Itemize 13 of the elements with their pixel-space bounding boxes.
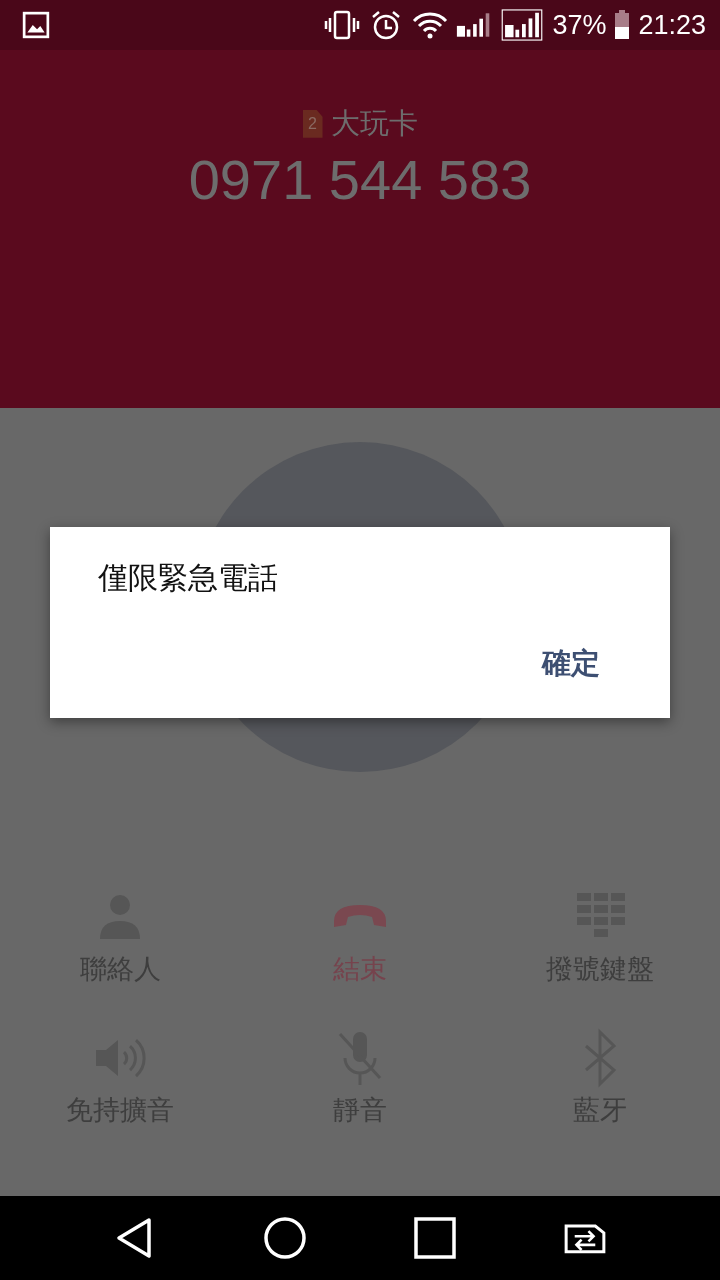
vibrate-icon	[324, 9, 361, 41]
image-icon	[22, 11, 50, 39]
phone-number: 0971 544 583	[188, 146, 532, 213]
ok-button[interactable]: 確定	[534, 642, 608, 686]
battery-icon	[614, 10, 631, 40]
carrier-name: 大玩卡	[330, 106, 418, 141]
signal-icon	[500, 9, 545, 41]
home-icon[interactable]	[261, 1214, 309, 1262]
battery-level: 37%	[552, 8, 607, 42]
sim-badge: 2	[302, 109, 323, 138]
recents-icon[interactable]	[411, 1214, 459, 1262]
clock: 21:23	[638, 8, 706, 42]
dialog-message: 僅限緊急電話	[98, 560, 279, 596]
